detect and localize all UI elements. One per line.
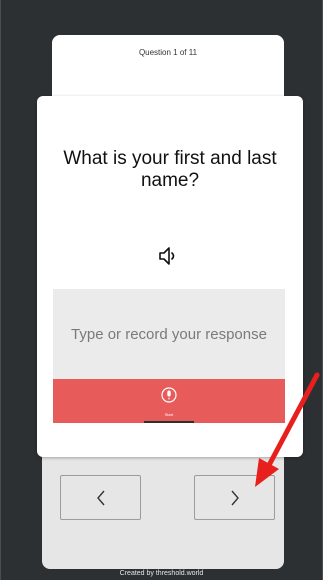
chevron-left-icon (96, 490, 105, 505)
previous-button[interactable] (60, 475, 141, 520)
start-indicator (144, 421, 194, 423)
window-edge-left (0, 0, 1, 580)
chevron-right-icon (230, 490, 239, 505)
response-field[interactable] (53, 289, 285, 379)
progress-label: Question 1 of 11 (138, 48, 198, 57)
response-input[interactable] (53, 289, 285, 379)
record-button[interactable]: Start (53, 379, 285, 423)
microphone-icon (161, 387, 177, 403)
next-button[interactable] (194, 475, 275, 520)
footer-credit: Created by threshold.world (119, 570, 204, 577)
start-label: Start (164, 412, 174, 417)
speaker-icon[interactable] (158, 246, 180, 266)
question-card: What is your first and last name? Start (37, 96, 303, 457)
question-text: What is your first and last name? (63, 148, 277, 191)
